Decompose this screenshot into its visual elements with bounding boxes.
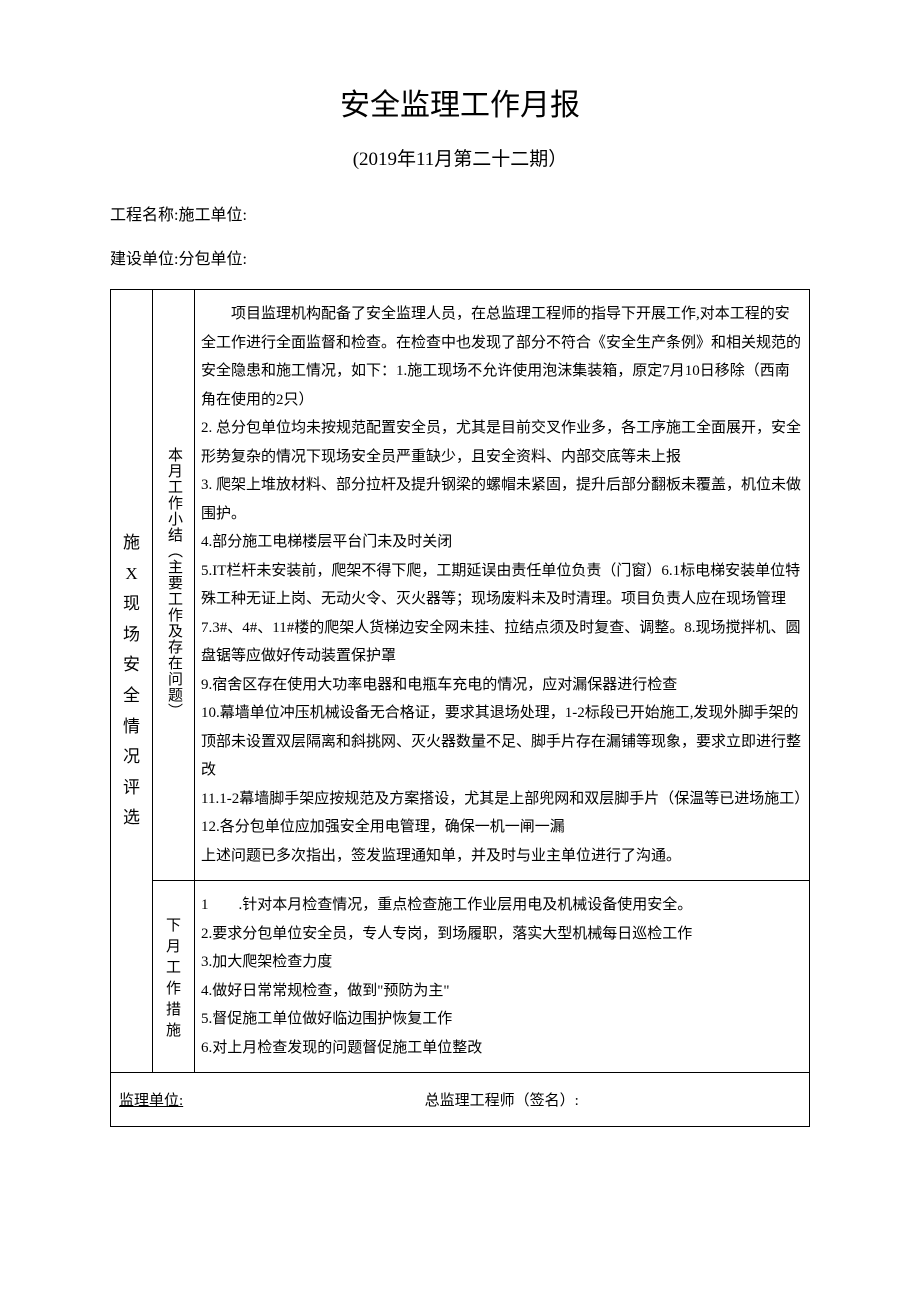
supervisor-unit-label: 监理单位:: [119, 1093, 183, 1109]
chief-engineer-signature-label: 总监理工程师（签名）:: [425, 1093, 579, 1109]
summary-item: 上述问题已多次指出，签发监理通知单，并及时与业主单位进行了沟通。: [201, 842, 803, 871]
summary-label-cell: 本月工作小结︵主要工作及存在问题︶: [153, 290, 195, 881]
summary-item: 5.IT栏杆未安装前，爬架不得下爬，工期延误由责任单位负责（门窗）6.1标电梯安…: [201, 557, 803, 614]
summary-label: 本月工作小结︵主要工作及存在问题︶: [163, 447, 184, 719]
meta-line-2: 建设单位:分包单位:: [110, 245, 810, 269]
next-month-content: 1 .针对本月检查情况，重点检查施工作业层用电及机械设备使用安全。 2.要求分包…: [195, 881, 810, 1073]
next-month-item: 5.督促施工单位做好临边围护恢复工作: [201, 1005, 803, 1034]
footer-right-cell: 总监理工程师（签名）:: [195, 1073, 810, 1127]
evaluation-label: 施X现 场安 全情 况评 选: [123, 533, 140, 827]
summary-item: 4.部分施工电梯楼层平台门未及时关闭: [201, 528, 803, 557]
next-month-item: 1 .针对本月检查情况，重点检查施工作业层用电及机械设备使用安全。: [201, 891, 803, 920]
document-title: 安全监理工作月报: [110, 80, 810, 124]
summary-item: 11.1-2幕墙脚手架应按规范及方案搭设，尤其是上部兜网和双层脚手片（保温等已进…: [201, 785, 803, 814]
next-month-item: 6.对上月检查发现的问题督促施工单位整改: [201, 1034, 803, 1063]
footer-left-cell: 监理单位:: [111, 1073, 195, 1127]
summary-content: 项目监理机构配备了安全监理人员，在总监理工程师的指导下开展工作,对本工程的安全工…: [195, 290, 810, 881]
summary-item: 7.3#、4#、11#楼的爬架人货梯边安全网未挂、拉结点须及时复查、调整。8.现…: [201, 614, 803, 671]
next-month-item: 3.加大爬架检查力度: [201, 948, 803, 977]
next-month-label: 下月 工作 措施: [166, 918, 181, 1039]
summary-item: 12.各分包单位应加强安全用电管理，确保一机一闸一漏: [201, 813, 803, 842]
next-month-row: 下月 工作 措施 1 .针对本月检查情况，重点检查施工作业层用电及机械设备使用安…: [111, 881, 810, 1073]
summary-item: 3. 爬架上堆放材料、部分拉杆及提升钢梁的螺帽未紧固，提升后部分翻板未覆盖，机位…: [201, 471, 803, 528]
summary-intro: 项目监理机构配备了安全监理人员，在总监理工程师的指导下开展工作,对本工程的安全工…: [201, 300, 803, 414]
meta-line-1: 工程名称:施工单位:: [110, 201, 810, 225]
summary-item: 2. 总分包单位均未按规范配置安全员，尤其是目前交叉作业多，各工序施工全面展开，…: [201, 414, 803, 471]
footer-row: 监理单位: 总监理工程师（签名）:: [111, 1073, 810, 1127]
summary-item: 10.幕墙单位冲压机械设备无合格证，要求其退场处理，1-2标段已开始施工,发现外…: [201, 699, 803, 785]
summary-item: 9.宿舍区存在使用大功率电器和电瓶车充电的情况，应对漏保器进行检查: [201, 671, 803, 700]
next-month-label-cell: 下月 工作 措施: [153, 881, 195, 1073]
main-table: 施X现 场安 全情 况评 选 本月工作小结︵主要工作及存在问题︶ 项目监理机构配…: [110, 289, 810, 1127]
document-subtitle: (2019年11月第二十二期）: [110, 144, 810, 171]
summary-row: 施X现 场安 全情 况评 选 本月工作小结︵主要工作及存在问题︶ 项目监理机构配…: [111, 290, 810, 881]
next-month-item: 4.做好日常常规检查，做到"预防为主": [201, 977, 803, 1006]
evaluation-label-cell: 施X现 场安 全情 况评 选: [111, 290, 153, 1073]
next-month-item: 2.要求分包单位安全员，专人专岗，到场履职，落实大型机械每日巡检工作: [201, 920, 803, 949]
